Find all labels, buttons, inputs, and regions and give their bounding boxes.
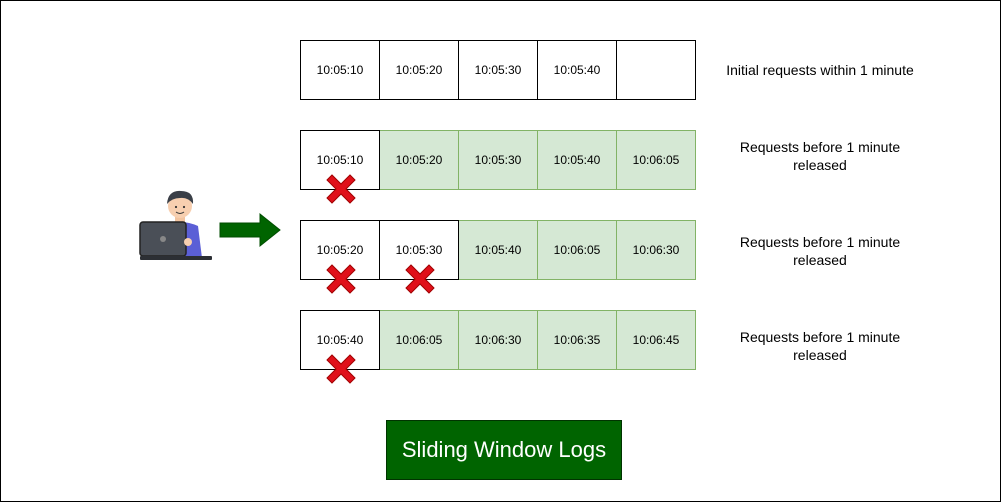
row-3-label: Requests before 1 minute released <box>739 234 901 268</box>
kept-request-cell: 10:06:35 <box>537 310 617 370</box>
request-timestamp: 10:05:40 <box>553 63 601 77</box>
request-timestamp: 10:05:30 <box>474 63 522 77</box>
request-timestamp: 10:06:45 <box>632 333 680 347</box>
kept-request-cell: 10:06:30 <box>616 220 696 280</box>
kept-request-cell: 10:06:05 <box>379 310 459 370</box>
user-with-laptop-icon <box>139 190 212 260</box>
kept-request-cell: 10:06:45 <box>616 310 696 370</box>
request-timestamp: 10:06:30 <box>474 333 522 347</box>
kept-request-cell: 10:06:05 <box>537 220 617 280</box>
dropped-request-cell: 10:05:40 <box>300 310 380 384</box>
red-x-icon <box>405 264 435 294</box>
request-timestamp: 10:06:05 <box>632 153 680 167</box>
red-x-icon <box>326 264 356 294</box>
request-timestamp: 10:06:05 <box>553 243 601 257</box>
request-timestamp: 10:05:20 <box>395 63 443 77</box>
kept-request-cell: 10:06:30 <box>458 310 538 370</box>
dropped-request-cell: 10:05:20 <box>300 220 380 294</box>
request-cell: 10:05:30 <box>458 40 538 100</box>
request-cell: 10:05:10 <box>300 40 380 100</box>
row-2-label: Requests before 1 minute released <box>739 139 901 173</box>
request-timestamp: 10:05:40 <box>553 153 601 167</box>
dropped-request-cell: 10:05:10 <box>300 130 380 204</box>
kept-request-cell: 10:05:30 <box>458 130 538 190</box>
request-timestamp: 10:05:20 <box>395 153 443 167</box>
request-timestamp: 10:05:30 <box>395 243 443 257</box>
row-4-label: Requests before 1 minute released <box>739 329 901 363</box>
kept-request-cell: 10:05:40 <box>537 130 617 190</box>
request-timestamp: 10:06:30 <box>632 243 680 257</box>
request-timestamp: 10:05:30 <box>474 153 522 167</box>
diagram-title: Sliding Window Logs <box>386 420 622 480</box>
window-row-4: 10:05:40 10:06:05 10:06:30 10:06:35 10:0… <box>300 310 696 384</box>
dropped-request-cell: 10:05:30 <box>379 220 459 294</box>
right-arrow-icon <box>219 212 281 248</box>
empty-slot-cell <box>616 40 696 100</box>
request-timestamp: 10:05:10 <box>316 153 364 167</box>
kept-request-cell: 10:05:40 <box>458 220 538 280</box>
request-timestamp: 10:06:05 <box>395 333 443 347</box>
window-row-1: 10:05:10 10:05:20 10:05:30 10:05:40 <box>300 40 696 100</box>
request-timestamp: 10:05:20 <box>316 243 364 257</box>
request-timestamp: 10:05:40 <box>474 243 522 257</box>
request-cell: 10:05:40 <box>537 40 617 100</box>
request-timestamp: 10:05:10 <box>316 63 364 77</box>
row-1-label: Initial requests within 1 minute <box>726 62 914 78</box>
red-x-icon <box>326 354 356 384</box>
window-row-3: 10:05:20 10:05:30 10:05:40 10:06:05 10:0… <box>300 220 696 294</box>
window-row-2: 10:05:10 10:05:20 10:05:30 10:05:40 10:0… <box>300 130 696 204</box>
kept-request-cell: 10:05:20 <box>379 130 459 190</box>
kept-request-cell: 10:06:05 <box>616 130 696 190</box>
request-timestamp: 10:05:40 <box>316 333 364 347</box>
red-x-icon <box>326 174 356 204</box>
request-timestamp: 10:06:35 <box>553 333 601 347</box>
request-cell: 10:05:20 <box>379 40 459 100</box>
